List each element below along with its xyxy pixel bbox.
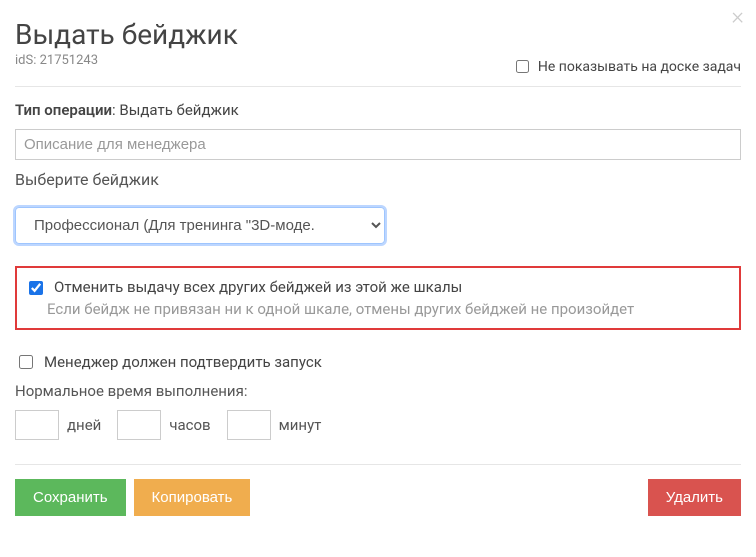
- exec-time-label: Нормальное время выполнения:: [15, 382, 741, 400]
- badge-select-wrap: Профессионал (Для тренинга "3D-моде.: [15, 207, 741, 244]
- cancel-others-label: Отменить выдачу всех других бейджей из э…: [54, 278, 462, 296]
- close-icon[interactable]: ×: [731, 4, 744, 28]
- op-type-prefix: Тип операции: [15, 101, 112, 119]
- cancel-others-row: Отменить выдачу всех других бейджей из э…: [25, 278, 729, 298]
- hours-unit: часов: [169, 416, 210, 434]
- minutes-input[interactable]: [227, 410, 271, 440]
- cancel-others-checkbox[interactable]: [29, 281, 43, 295]
- divider: [15, 86, 741, 87]
- modal-footer: Сохранить Копировать Удалить: [15, 479, 741, 516]
- modal-header: Выдать бейджик idS: 21751243 Не показыва…: [15, 10, 741, 76]
- manager-confirm-row[interactable]: Менеджер должен подтвердить запуск: [15, 352, 741, 372]
- operation-type-line: Тип операции: Выдать бейджик: [15, 101, 741, 119]
- delete-button[interactable]: Удалить: [648, 479, 741, 516]
- issue-badge-modal: × Выдать бейджик idS: 21751243 Не показы…: [0, 0, 756, 531]
- days-input[interactable]: [15, 410, 59, 440]
- minutes-unit: минут: [279, 416, 322, 434]
- days-unit: дней: [67, 416, 101, 434]
- hide-on-board-label: Не показывать на доске задач: [538, 59, 741, 75]
- copy-button[interactable]: Копировать: [134, 479, 251, 516]
- ids-label: idS: 21751243: [15, 53, 238, 68]
- cancel-others-highlight: Отменить выдачу всех других бейджей из э…: [15, 266, 741, 330]
- save-button[interactable]: Сохранить: [15, 479, 126, 516]
- modal-title: Выдать бейджик: [15, 18, 238, 51]
- header-left: Выдать бейджик idS: 21751243: [15, 10, 238, 76]
- hide-on-board-checkbox[interactable]: [516, 60, 529, 73]
- manager-confirm-checkbox[interactable]: [19, 355, 33, 369]
- footer-divider: [15, 464, 741, 465]
- op-type-value: Выдать бейджик: [119, 101, 238, 119]
- footer-left: Сохранить Копировать: [15, 479, 250, 516]
- manager-confirm-label: Менеджер должен подтвердить запуск: [44, 353, 322, 371]
- hours-input[interactable]: [117, 410, 161, 440]
- badge-select[interactable]: Профессионал (Для тренинга "3D-моде.: [15, 207, 385, 244]
- cancel-others-sub: Если бейдж не привязан ни к одной шкале,…: [47, 300, 729, 318]
- description-input[interactable]: [15, 129, 741, 160]
- exec-time-inputs: дней часов минут: [15, 410, 741, 440]
- choose-badge-label: Выберите бейджик: [15, 170, 741, 189]
- hide-on-board-row[interactable]: Не показывать на доске задач: [512, 57, 741, 76]
